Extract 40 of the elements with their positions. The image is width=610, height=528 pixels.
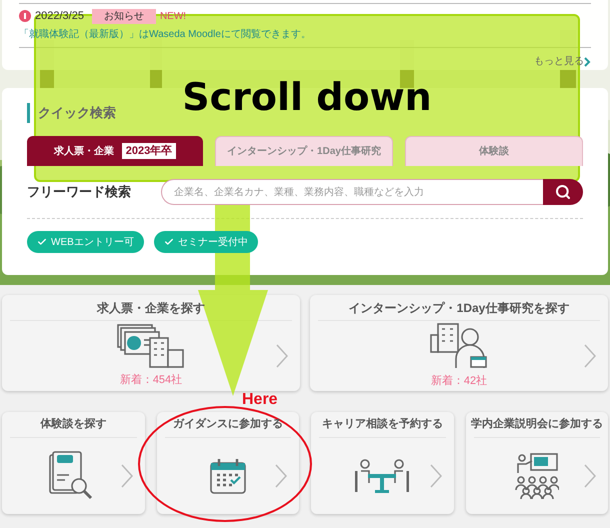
annotation-text: Scroll down: [182, 78, 432, 116]
chevron-right-icon: [275, 464, 287, 488]
new-count: 新着：454社: [120, 372, 182, 388]
card-title: 求人票・企業を探す: [97, 300, 205, 316]
check-icon: [164, 237, 174, 247]
company-documents-icon: [117, 324, 185, 368]
search-button[interactable]: [543, 179, 583, 205]
search-tab[interactable]: 求人票・企業 2023年卒: [27, 136, 203, 166]
new-label: NEW!: [160, 10, 186, 24]
more-link[interactable]: もっと見る: [534, 54, 591, 69]
card-title: 体験談を探す: [40, 416, 106, 432]
menu-card[interactable]: キャリア相談を予約する: [311, 412, 454, 514]
chevron-right-icon: [430, 464, 442, 488]
menu-card[interactable]: 学内企業説明会に参加する: [466, 412, 608, 514]
year-badge: 2023年卒: [122, 142, 176, 160]
chevron-right-icon: [584, 344, 596, 368]
chevron-right-icon: [584, 56, 591, 66]
section-title: クイック検索: [38, 104, 116, 122]
check-icon: [37, 237, 47, 247]
chevron-right-icon: [276, 344, 288, 368]
card-title: インターンシップ・1Day仕事研究を探す: [348, 300, 570, 316]
news-tag: お知らせ: [92, 8, 156, 24]
search-field[interactable]: 企業名、企業名カナ、業種、業務内容、職種などを入力: [161, 179, 543, 205]
menu-card[interactable]: 体験談を探す: [2, 412, 144, 514]
chevron-right-icon: [584, 464, 596, 488]
building-person-icon: [430, 322, 488, 369]
card-title: 学内企業説明会に参加する: [470, 416, 603, 432]
chevron-right-icon: [120, 464, 132, 488]
card-title: ガイダンスに参加する: [172, 416, 283, 432]
menu-card[interactable]: ガイダンスに参加する: [156, 412, 299, 514]
annotation-text: Here: [242, 392, 278, 408]
card-title: キャリア相談を予約する: [322, 416, 443, 432]
new-count: 新着：42社: [430, 374, 488, 389]
seminar-audience-icon: [514, 453, 559, 499]
meeting-table-icon: [355, 459, 410, 493]
search-icon: [555, 184, 571, 200]
alert-icon: [19, 10, 31, 22]
menu-card[interactable]: インターンシップ・1Day仕事研究を探す 新着：42社: [310, 295, 608, 391]
calendar-check-icon: [210, 458, 246, 494]
freeword-label: フリーワード検索: [27, 183, 132, 202]
